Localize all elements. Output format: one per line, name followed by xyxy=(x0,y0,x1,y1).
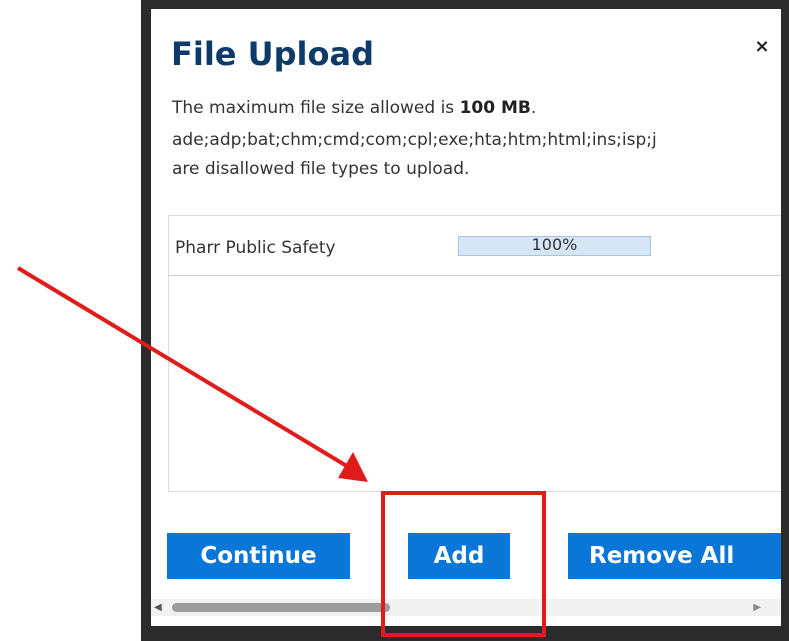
frame-border-right xyxy=(781,0,789,641)
remove-all-button[interactable]: Remove All xyxy=(568,533,781,579)
upload-progress-label: 100% xyxy=(531,235,578,254)
screenshot-stage: File Upload × The maximum file size allo… xyxy=(0,0,789,641)
upload-progress-bar: 100% xyxy=(458,235,651,256)
max-size-suffix: . xyxy=(530,98,537,118)
max-size-prefix: The maximum file size allowed is xyxy=(172,98,460,118)
file-name: Pharr Public Safety xyxy=(175,238,336,258)
close-icon[interactable]: × xyxy=(752,37,772,57)
scrollbar-thumb[interactable] xyxy=(172,603,390,612)
continue-button[interactable]: Continue xyxy=(167,533,350,579)
upload-file-list: Pharr Public Safety 100% xyxy=(168,215,781,492)
annotation-highlight-box xyxy=(381,491,546,637)
frame-border-left xyxy=(141,0,151,641)
max-size-value: 100 MB xyxy=(459,98,531,118)
disallowed-types-list: ade;adp;bat;chm;cmd;com;cpl;exe;hta;htm;… xyxy=(172,130,657,150)
frame-border-top xyxy=(141,0,789,9)
disallowed-types-note: are disallowed file types to upload. xyxy=(172,159,470,179)
dialog-title: File Upload xyxy=(171,35,374,73)
scroll-left-icon[interactable]: ◀ xyxy=(154,603,162,613)
max-size-info: The maximum file size allowed is 100 MB. xyxy=(172,98,536,118)
file-row: Pharr Public Safety 100% xyxy=(169,216,781,276)
scroll-right-icon[interactable]: ▶ xyxy=(753,603,761,613)
